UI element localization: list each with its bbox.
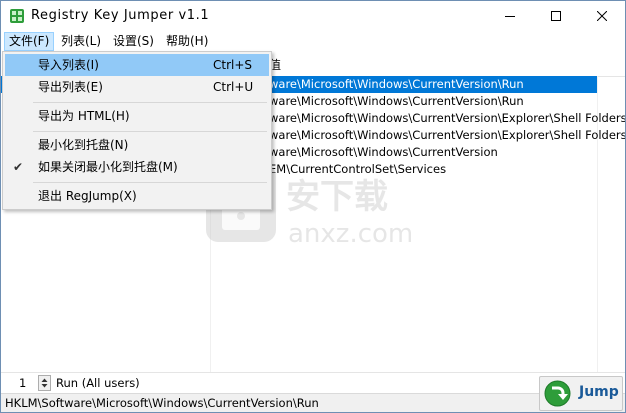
menu-item-export-html[interactable]: 导出为 HTML(H) [5, 105, 269, 127]
menu-separator [33, 182, 267, 183]
menu-item-label: 导出列表(E) [38, 80, 103, 94]
jump-arrow-icon [544, 380, 571, 407]
menu-list[interactable]: 列表(L) [57, 33, 105, 50]
bottom-toolbar: 1 Run (All users) [1, 372, 625, 393]
title-bar[interactable]: Registry Key Jumper v1.1 [1, 1, 625, 31]
entry-number-spinner[interactable] [38, 375, 51, 391]
list-row-text: ware\Microsoft\Windows\CurrentVersion\Ex… [269, 111, 626, 125]
status-bar: HKLM\Software\Microsoft\Windows\CurrentV… [1, 393, 625, 412]
menu-item-label: 最小化到托盘(N) [38, 138, 129, 152]
jump-button-label: Jump [579, 384, 619, 400]
menu-file[interactable]: 文件(F) [4, 32, 55, 51]
menu-item-shortcut: Ctrl+U [213, 80, 254, 94]
menu-item-minimize-to-tray[interactable]: 最小化到托盘(N) [5, 134, 269, 156]
entry-number-input[interactable]: 1 [9, 375, 35, 391]
menu-item-close-to-tray[interactable]: ✔ 如果关闭最小化到托盘(M) [5, 156, 269, 178]
window-title: Registry Key Jumper v1.1 [31, 8, 210, 23]
checkmark-icon: ✔ [13, 160, 24, 174]
app-icon [10, 9, 24, 23]
watermark-cn: 安下载 [286, 177, 388, 217]
app-window: Registry Key Jumper v1.1 文件(F) 列表(L) 设置(… [0, 0, 626, 413]
entry-name-label: Run (All users) [56, 376, 140, 390]
menu-separator [33, 131, 267, 132]
list-row-text: ware\Microsoft\Windows\CurrentVersion\Ex… [269, 128, 626, 142]
minimize-button[interactable] [487, 1, 533, 31]
jump-button[interactable]: Jump [539, 376, 623, 411]
maximize-button[interactable] [533, 1, 579, 31]
menu-help[interactable]: 帮助(H) [162, 33, 212, 50]
menu-item-label: 退出 RegJump(X) [38, 189, 137, 203]
menu-item-export-list[interactable]: 导出列表(E) Ctrl+U [5, 76, 269, 98]
menu-item-import-list[interactable]: 导入列表(I) Ctrl+S [5, 54, 269, 76]
list-row-text: ware\Microsoft\Windows\CurrentVersion\Ru… [269, 77, 524, 91]
list-row-text: ware\Microsoft\Windows\CurrentVersion\Ru… [269, 94, 524, 108]
menu-settings[interactable]: 设置(S) [109, 33, 158, 50]
menu-item-label: 导出为 HTML(H) [38, 109, 130, 123]
status-path: HKLM\Software\Microsoft\Windows\CurrentV… [5, 396, 319, 410]
menu-item-label: 导入列表(I) [38, 58, 99, 72]
minimize-icon [505, 16, 515, 17]
file-menu-dropdown: 导入列表(I) Ctrl+S 导出列表(E) Ctrl+U 导出为 HTML(H… [2, 51, 272, 210]
menu-separator [33, 102, 267, 103]
spin-arrows-icon [41, 378, 48, 388]
menu-item-exit[interactable]: 退出 RegJump(X) [5, 185, 269, 207]
watermark-en: anxz.com [288, 219, 413, 249]
close-button[interactable] [579, 1, 625, 31]
menu-bar: 文件(F) 列表(L) 设置(S) 帮助(H) [1, 31, 625, 52]
menu-item-label: 如果关闭最小化到托盘(M) [38, 160, 178, 174]
maximize-icon [551, 11, 561, 21]
close-icon [597, 11, 607, 21]
menu-item-shortcut: Ctrl+S [213, 58, 253, 72]
